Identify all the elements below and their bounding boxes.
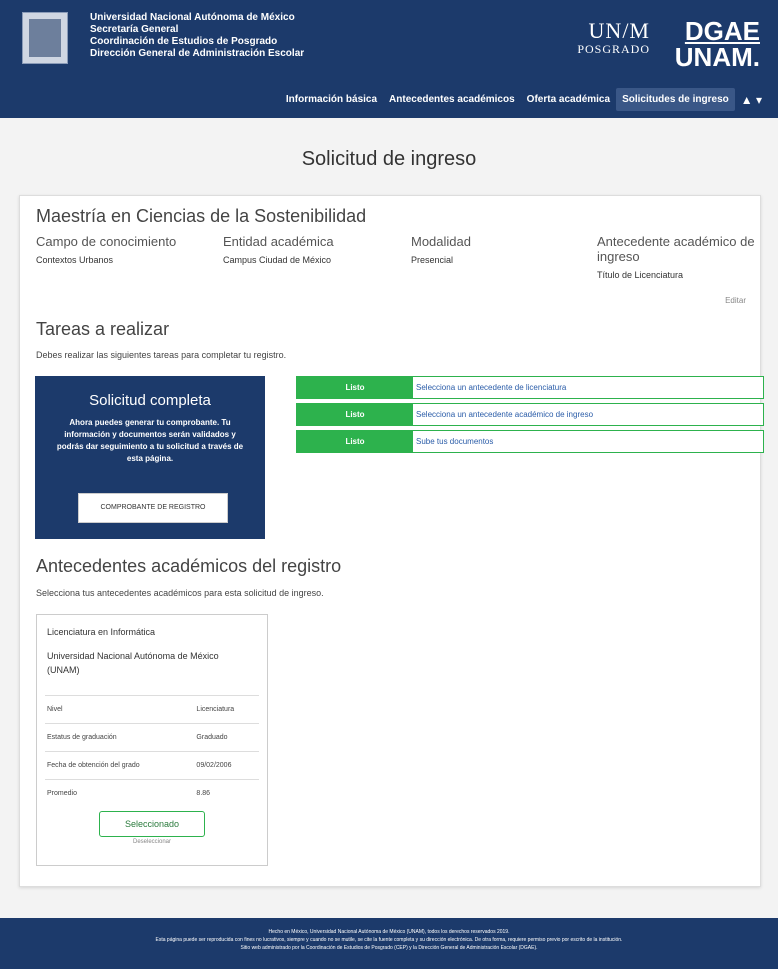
- antecedente-details: Nivel Licenciatura Estatus de graduación…: [45, 695, 259, 807]
- field-value: Campus Ciudad de México: [223, 255, 332, 265]
- page-footer: Hecho en México, Universidad Nacional Au…: [0, 918, 778, 969]
- field-label: Modalidad: [411, 234, 471, 249]
- complete-panel: Solicitud completa Ahora puedes generar …: [35, 376, 265, 539]
- footer-line: Hecho en México, Universidad Nacional Au…: [268, 929, 510, 935]
- unam-crest-logo: [22, 12, 68, 64]
- institution-line: Coordinación de Estudios de Posgrado: [90, 36, 278, 47]
- field-value: Título de Licenciatura: [597, 270, 684, 280]
- unam-posgrado-logo: UN/M: [588, 18, 650, 43]
- institution-name: Universidad Nacional Autónoma de México …: [47, 651, 219, 675]
- deselect-link[interactable]: Deseleccionar: [37, 839, 267, 845]
- nav-informacion-basica[interactable]: Información básica: [280, 88, 383, 111]
- field-entidad: Entidad académica Campus Ciudad de Méxic…: [223, 234, 403, 265]
- antecedente-card: Licenciatura en Informática Universidad …: [36, 614, 268, 866]
- tasks-title: Tareas a realizar: [36, 319, 170, 339]
- task-link[interactable]: Sube tus documentos: [416, 431, 493, 452]
- field-label: Campo de conocimiento: [36, 234, 177, 249]
- row-value: 8.86: [194, 779, 259, 807]
- logos-block: UN/M POSGRADO DGAE UNAM.: [560, 14, 760, 74]
- institution-line: Secretaría General: [90, 24, 179, 35]
- institution-line: Universidad Nacional Autónoma de México: [90, 12, 295, 23]
- antecedentes-title: Antecedentes académicos del registro: [36, 556, 342, 576]
- field-campo: Campo de conocimiento Contextos Urbanos: [36, 234, 216, 265]
- selected-button[interactable]: Seleccionado: [99, 811, 205, 837]
- user-menu-icon[interactable]: ▲ ▾: [735, 89, 768, 111]
- field-antecedente: Antecedente académico de ingreso Título …: [597, 234, 757, 280]
- field-value: Presencial: [411, 255, 454, 265]
- row-value: 09/02/2006: [194, 751, 259, 780]
- task-row: Listo Selecciona un antecedente de licen…: [296, 376, 764, 399]
- task-row: Listo Selecciona un antecedente académic…: [296, 403, 764, 426]
- row-label: Promedio: [45, 779, 195, 807]
- institution-line: Dirección General de Administración Esco…: [90, 48, 305, 59]
- field-modalidad: Modalidad Presencial: [411, 234, 591, 265]
- row-value: Licenciatura: [194, 695, 259, 724]
- antecedentes-description: Selecciona tus antecedentes académicos p…: [36, 588, 324, 598]
- top-header: Universidad Nacional Autónoma de México …: [0, 0, 778, 118]
- degree-name: Licenciatura en Informática: [47, 627, 156, 637]
- row-value: Graduado: [194, 723, 259, 752]
- row-label: Fecha de obtención del grado: [45, 751, 195, 780]
- complete-text: Ahora puedes generar tu comprobante. Tu …: [56, 418, 244, 463]
- nav-oferta[interactable]: Oferta académica: [521, 88, 616, 111]
- table-row: Estatus de graduación Graduado: [45, 723, 259, 752]
- complete-title: Solicitud completa: [89, 392, 211, 409]
- receipt-button[interactable]: COMPROBANTE DE REGISTRO: [78, 493, 228, 523]
- table-row: Promedio 8.86: [45, 779, 259, 807]
- field-label: Entidad académica: [223, 234, 334, 249]
- footer-line: Sitio web administrado por la Coordinaci…: [240, 945, 538, 951]
- status-badge: Listo: [297, 377, 413, 398]
- table-row: Nivel Licenciatura: [45, 695, 259, 724]
- edit-link[interactable]: Editar: [725, 296, 746, 305]
- table-row: Fecha de obtención del grado 09/02/2006: [45, 751, 259, 780]
- institution-block: Universidad Nacional Autónoma de México …: [90, 12, 304, 60]
- posgrado-logo-text: POSGRADO: [577, 42, 650, 56]
- task-link[interactable]: Selecciona un antecedente de licenciatur…: [416, 377, 566, 398]
- footer-line: Esta página puede ser reproducida con fi…: [155, 937, 623, 943]
- field-label: Antecedente académico de ingreso: [597, 234, 755, 264]
- program-title: Maestría en Ciencias de la Sostenibilida…: [36, 206, 367, 226]
- status-badge: Listo: [297, 431, 413, 452]
- application-card: Maestría en Ciencias de la Sostenibilida…: [19, 195, 764, 887]
- field-value: Contextos Urbanos: [36, 255, 114, 265]
- row-label: Estatus de graduación: [45, 723, 195, 752]
- task-row: Listo Sube tus documentos: [296, 430, 764, 453]
- nav-antecedentes[interactable]: Antecedentes académicos: [383, 88, 521, 111]
- task-link[interactable]: Selecciona un antecedente académico de i…: [416, 404, 593, 425]
- unam-logo: UNAM.: [674, 42, 760, 72]
- nav-solicitudes[interactable]: Solicitudes de ingreso: [616, 88, 735, 111]
- status-badge: Listo: [297, 404, 413, 425]
- row-label: Nivel: [45, 695, 195, 724]
- tasks-description: Debes realizar las siguientes tareas par…: [36, 350, 287, 360]
- page-title: Solicitud de ingreso: [301, 148, 477, 170]
- main-nav: Información básica Antecedentes académic…: [280, 88, 768, 111]
